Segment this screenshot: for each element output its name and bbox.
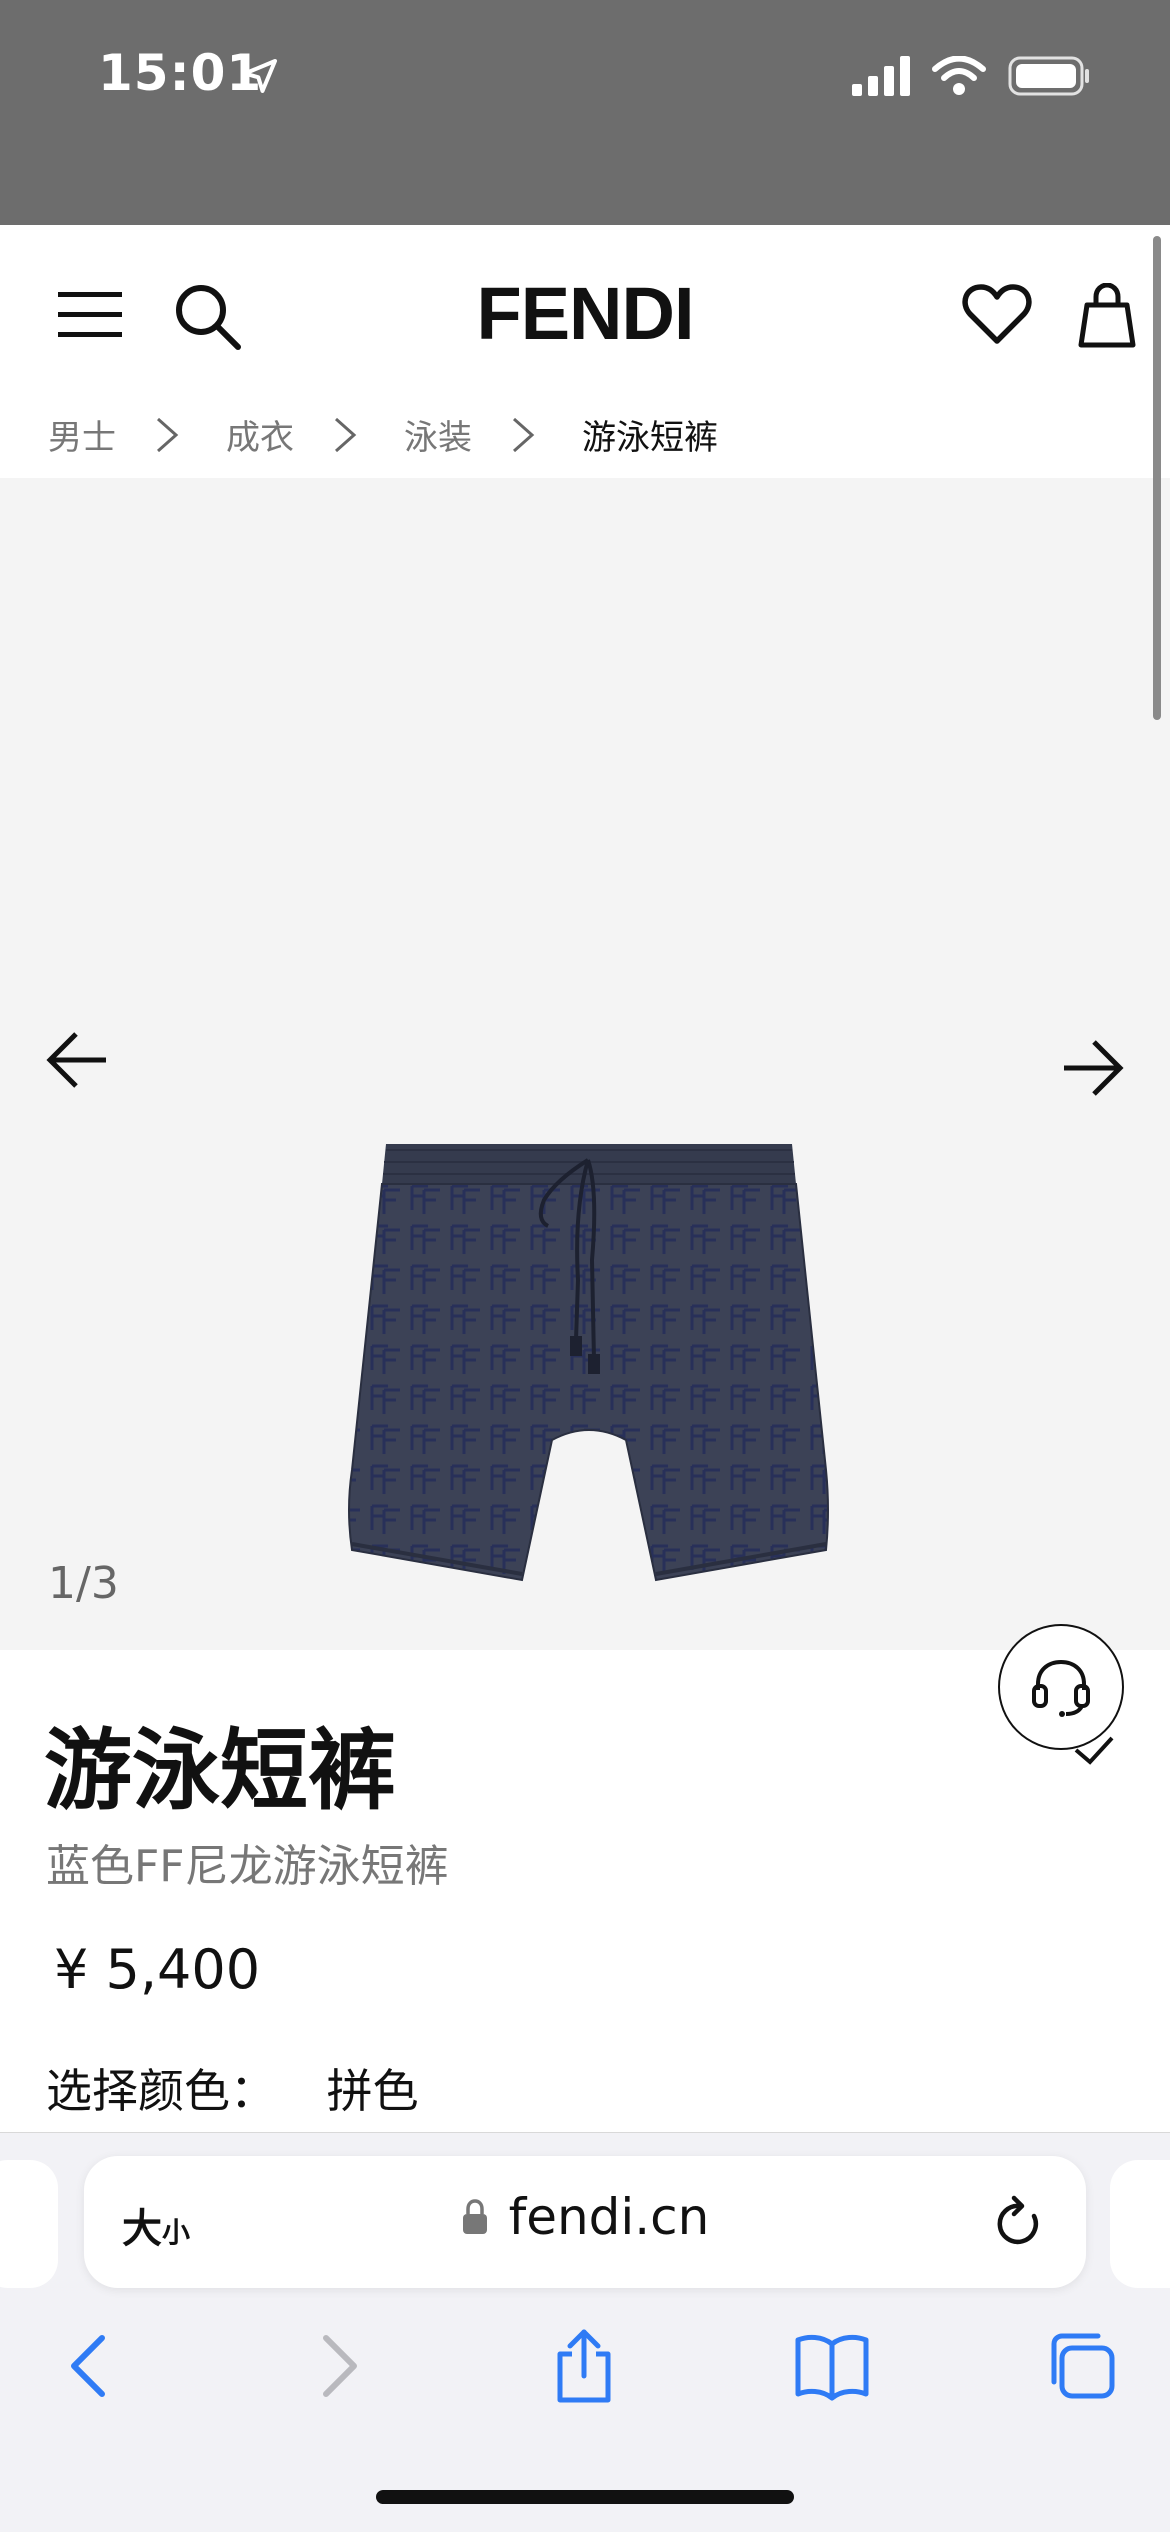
home-indicator[interactable] — [376, 2490, 794, 2504]
color-label: 选择颜色： — [46, 2064, 276, 2118]
status-time: 15:01 — [98, 44, 263, 102]
breadcrumb: 男士 成衣 泳装 游泳短裤 — [48, 410, 718, 459]
product-subtitle: 蓝色FF尼龙游泳短裤 — [46, 1841, 449, 1892]
back-icon[interactable] — [48, 2328, 128, 2404]
gallery-counter: 1/3 — [48, 1558, 119, 1609]
product-price: ¥ 5,400 — [54, 1938, 261, 2001]
headset-icon — [1032, 1659, 1090, 1717]
safari-toolbar — [0, 2300, 1170, 2430]
status-indicators — [852, 56, 1090, 96]
forward-icon[interactable] — [300, 2328, 380, 2404]
bookmarks-icon[interactable] — [792, 2328, 872, 2404]
url-display[interactable]: fendi.cn — [84, 2188, 1086, 2246]
tabs-icon[interactable] — [1040, 2328, 1120, 2404]
previous-tab-preview[interactable] — [0, 2160, 58, 2288]
scrollbar[interactable] — [1153, 236, 1161, 720]
signal-icon — [852, 56, 910, 96]
bag-icon[interactable] — [1078, 283, 1136, 349]
status-bar: 15:01 — [0, 0, 1170, 225]
next-tab-preview[interactable] — [1110, 2160, 1170, 2288]
site-header: FENDI — [0, 225, 1170, 405]
battery-icon — [1008, 56, 1089, 96]
chevron-right-icon — [513, 417, 535, 452]
color-value[interactable]: 拼色 — [327, 2064, 419, 2118]
heart-icon[interactable] — [962, 283, 1032, 347]
url-text: fendi.cn — [508, 2188, 710, 2246]
lock-icon — [462, 2199, 487, 2234]
breadcrumb-item-apparel[interactable]: 成衣 — [226, 410, 294, 459]
share-icon[interactable] — [544, 2328, 624, 2404]
breadcrumb-item-current: 游泳短裤 — [582, 418, 718, 458]
product-image-swim-shorts[interactable] — [326, 1140, 852, 1592]
product-title: 游泳短裤 — [44, 1719, 397, 1822]
arrow-right-icon[interactable] — [1060, 1038, 1124, 1098]
color-selector[interactable]: 选择颜色： 拼色 — [46, 2055, 419, 2121]
breadcrumb-item-swimwear[interactable]: 泳装 — [404, 410, 472, 459]
chevron-right-icon — [335, 417, 357, 452]
reload-icon[interactable] — [990, 2192, 1046, 2252]
location-arrow-icon — [243, 59, 277, 93]
wifi-icon — [932, 56, 986, 95]
chevron-right-icon — [157, 417, 179, 452]
address-bar[interactable]: 大小 fendi.cn — [84, 2156, 1086, 2288]
arrow-left-icon[interactable] — [46, 1030, 110, 1090]
breadcrumb-item-men[interactable]: 男士 — [48, 410, 116, 459]
tag-corner-icon — [1074, 1736, 1114, 1765]
